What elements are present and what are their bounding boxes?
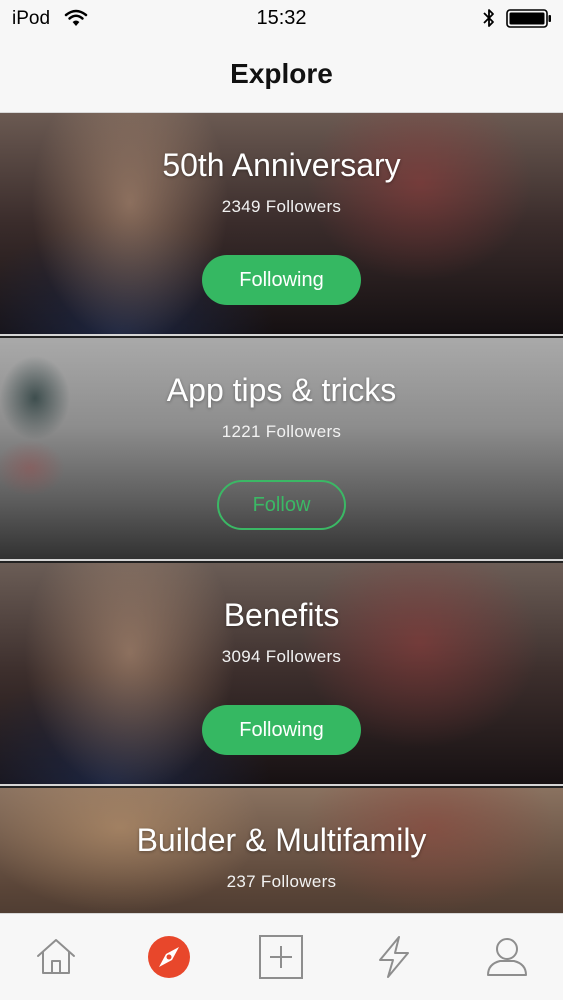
lightning-icon bbox=[371, 936, 417, 984]
tab-home[interactable] bbox=[33, 934, 79, 980]
channel-follower-count: 1221 Followers bbox=[221, 422, 342, 441]
channel-title: App tips & tricks bbox=[166, 372, 397, 408]
status-time: 15:32 bbox=[256, 7, 307, 29]
channel-follower-count: 237 Followers bbox=[226, 872, 337, 891]
tab-profile[interactable] bbox=[484, 934, 530, 980]
tab-explore[interactable] bbox=[146, 934, 192, 980]
channel-follower-count: 3094 Followers bbox=[221, 647, 342, 666]
channel-card[interactable]: Benefits 3094 Followers Following bbox=[0, 563, 563, 786]
profile-icon bbox=[484, 938, 530, 984]
tab-bar bbox=[0, 913, 563, 1000]
follow-button[interactable]: Follow bbox=[217, 480, 346, 530]
add-square-icon bbox=[258, 935, 304, 984]
channel-title: 50th Anniversary bbox=[162, 147, 401, 183]
following-button[interactable]: Following bbox=[202, 705, 361, 755]
channel-follower-count: 2349 Followers bbox=[221, 197, 342, 216]
following-button[interactable]: Following bbox=[202, 255, 361, 305]
channel-title: Builder & Multifamily bbox=[136, 822, 427, 858]
tab-activity[interactable] bbox=[371, 934, 417, 980]
tab-add[interactable] bbox=[258, 934, 304, 980]
home-icon bbox=[33, 939, 79, 984]
navigation-bar: Explore bbox=[0, 38, 563, 113]
compass-icon bbox=[146, 936, 192, 984]
channel-card[interactable]: 50th Anniversary 2349 Followers Followin… bbox=[0, 113, 563, 336]
status-bar: iPod 15:32 bbox=[0, 0, 563, 38]
channel-title: Benefits bbox=[223, 597, 340, 633]
channel-card[interactable]: Builder & Multifamily 237 Followers bbox=[0, 788, 563, 913]
page-title: Explore bbox=[230, 58, 333, 89]
channel-card[interactable]: App tips & tricks 1221 Followers Follow bbox=[0, 338, 563, 561]
battery-icon bbox=[506, 9, 552, 28]
bluetooth-icon bbox=[482, 7, 496, 29]
explore-feed[interactable]: 50th Anniversary 2349 Followers Followin… bbox=[0, 113, 563, 913]
